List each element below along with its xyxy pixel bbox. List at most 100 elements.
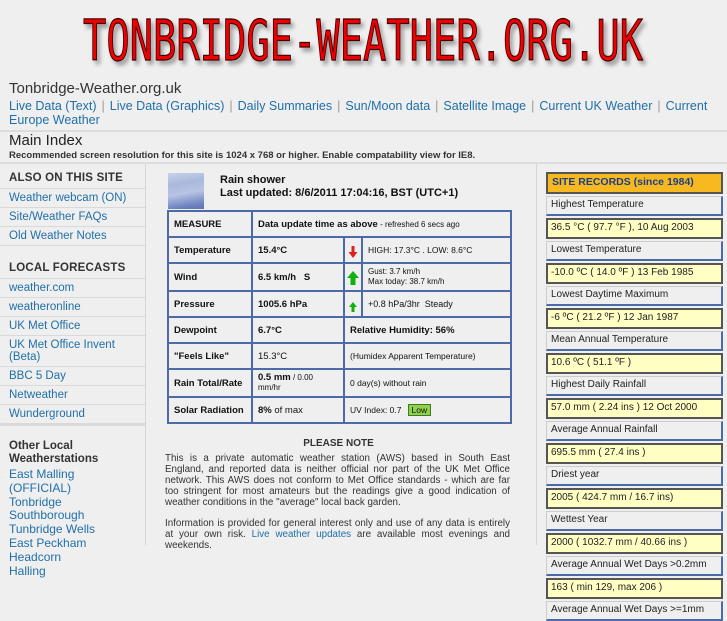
nav-live-data-text[interactable]: Live Data (Text) bbox=[9, 99, 97, 113]
forecast-link-netweather[interactable]: Netweather bbox=[9, 389, 68, 401]
disclaimer-paragraph: This is a private automatic weather stat… bbox=[165, 453, 510, 508]
station-link-southborough[interactable]: Southborough bbox=[9, 508, 84, 522]
nav-sun-moon-data[interactable]: Sun/Moon data bbox=[345, 99, 430, 113]
measure-header: MEASURE bbox=[167, 210, 253, 238]
station-link-east-malling[interactable]: East Malling (OFFICIAL) bbox=[9, 467, 74, 495]
last-updated: Last updated: 8/6/2011 17:04:16, BST (UT… bbox=[220, 187, 459, 199]
weather-summary: Rain shower bbox=[220, 174, 286, 186]
sidebar-link-faqs[interactable]: Site/Weather FAQs bbox=[9, 211, 107, 223]
conditions-header: Rain shower Last updated: 8/6/2011 17:04… bbox=[166, 164, 516, 210]
forecast-link-bbc-5-day[interactable]: BBC 5 Day bbox=[9, 370, 66, 382]
pressure-value: 1005.6 hPa bbox=[251, 290, 345, 318]
nav-separator: | bbox=[101, 99, 105, 113]
wind-label: Wind bbox=[167, 262, 253, 292]
nav-separator: | bbox=[657, 99, 661, 113]
rain-shower-sky-icon bbox=[168, 173, 204, 209]
wind-gust: Gust: 3.7 km/h bbox=[368, 267, 421, 276]
nav-live-data-graphics[interactable]: Live Data (Graphics) bbox=[110, 99, 225, 113]
forecast-link-weatheronline[interactable]: weatheronline bbox=[9, 301, 81, 313]
table-row-feels-like: "Feels Like" 15.3°C (Humidex Apparent Te… bbox=[167, 342, 512, 370]
pressure-trend: +0.8 hPa/3hr Steady bbox=[361, 290, 512, 318]
pressure-label: Pressure bbox=[167, 290, 253, 318]
solar-label: Solar Radiation bbox=[167, 396, 253, 424]
wind-value: 6.5 km/h S bbox=[251, 262, 345, 292]
record-value: 695.5 mm ( 27.4 ins ) bbox=[546, 443, 723, 464]
also-on-site-section: ALSO ON THIS SITE Weather webcam (ON) Si… bbox=[0, 164, 145, 246]
table-row-pressure: Pressure 1005.6 hPa +0.8 hPa/3hr Steady bbox=[167, 290, 512, 318]
record-label: Lowest Daytime Maximum bbox=[546, 286, 723, 306]
local-forecasts-heading: LOCAL FORECASTS bbox=[0, 254, 145, 279]
current-conditions-panel: Rain shower Last updated: 8/6/2011 17:04… bbox=[166, 164, 516, 424]
rain-rate: / 0.00 bbox=[290, 373, 313, 382]
record-label: Highest Daily Rainfall bbox=[546, 376, 723, 396]
banner-text: TONBRIDGE-WEATHER.ORG.UK bbox=[83, 9, 643, 74]
station-link-east-peckham[interactable]: East Peckham bbox=[9, 536, 86, 550]
site-records-title: SITE RECORDS (since 1984) bbox=[546, 172, 723, 194]
top-navigation: Live Data (Text) | Live Data (Graphics) | Da… bbox=[9, 99, 724, 127]
resolution-note: Recommended screen resolution for this s… bbox=[9, 150, 476, 161]
record-value: 36.5 °C ( 97.7 °F ), 10 Aug 2003 bbox=[546, 218, 723, 239]
forecast-link-uk-met-office[interactable]: UK Met Office bbox=[9, 320, 80, 332]
trend-up-arrow-icon bbox=[347, 271, 359, 285]
solar-suffix: of max bbox=[271, 404, 303, 416]
station-link-halling[interactable]: Halling bbox=[9, 564, 46, 578]
page-title: Main Index bbox=[9, 132, 83, 149]
record-label: Average Annual Wet Days >=1mm bbox=[546, 601, 723, 621]
record-value: 2000 ( 1032.7 mm / 40.66 ins ) bbox=[546, 533, 723, 554]
sidebar-link-old-notes[interactable]: Old Weather Notes bbox=[9, 230, 107, 242]
table-header-row: MEASURE Data update time as above - refr… bbox=[167, 210, 512, 238]
forecast-link-weather-com[interactable]: weather.com bbox=[9, 282, 74, 294]
trend-up-arrow-icon bbox=[349, 301, 357, 312]
station-link-tunbridge-wells[interactable]: Tunbridge Wells bbox=[9, 522, 95, 536]
sidebar-link-webcam[interactable]: Weather webcam (ON) bbox=[9, 192, 126, 204]
header-divider bbox=[0, 130, 727, 132]
temperature-high-low: HIGH: 17.3°C . LOW: 8.6°C bbox=[361, 236, 512, 264]
rain-total: 0.5 mm bbox=[258, 372, 291, 383]
forecast-link-wunderground[interactable]: Wunderground bbox=[9, 408, 85, 420]
feels-like-value: 15.3°C bbox=[251, 342, 345, 370]
weather-data-table: MEASURE Data update time as above - refr… bbox=[167, 210, 512, 424]
solar-percent: 8% bbox=[258, 404, 272, 416]
rain-rate-unit: mm/hr bbox=[258, 383, 281, 392]
record-value: -10.0 ºC ( 14.0 ºF ) 13 Feb 1985 bbox=[546, 263, 723, 284]
also-on-site-heading: ALSO ON THIS SITE bbox=[0, 164, 145, 189]
table-row-solar: Solar Radiation 8% of max UV Index: 0.7 L… bbox=[167, 396, 512, 424]
temperature-value: 15.4°C bbox=[251, 236, 345, 264]
record-value: 10.6 ºC ( 51.1 ºF ) bbox=[546, 353, 723, 374]
station-link-headcorn[interactable]: Headcorn bbox=[9, 550, 61, 564]
right-sidebar: SITE RECORDS (since 1984) Highest Temper… bbox=[536, 164, 727, 621]
nav-current-uk-weather[interactable]: Current UK Weather bbox=[539, 99, 652, 113]
dewpoint-label: Dewpoint bbox=[167, 316, 253, 344]
nav-daily-summaries[interactable]: Daily Summaries bbox=[238, 99, 332, 113]
uv-index: UV Index: 0.7 bbox=[350, 405, 402, 415]
feels-like-label: "Feels Like" bbox=[167, 342, 253, 370]
nav-separator: | bbox=[435, 99, 439, 113]
relative-humidity: Relative Humidity: 56% bbox=[343, 316, 512, 344]
nav-satellite-image[interactable]: Satellite Image bbox=[443, 99, 526, 113]
record-label: Highest Temperature bbox=[546, 196, 723, 216]
humidex-note: (Humidex Apparent Temperature) bbox=[343, 342, 512, 370]
record-label: Average Annual Wet Days >0.2mm bbox=[546, 556, 723, 576]
nav-separator: | bbox=[337, 99, 341, 113]
station-link-tonbridge[interactable]: Tonbridge bbox=[9, 495, 62, 509]
site-records-panel: SITE RECORDS (since 1984) Highest Temper… bbox=[546, 172, 723, 621]
please-note-heading: PLEASE NOTE bbox=[303, 438, 374, 449]
dewpoint-value: 6.7°C bbox=[251, 316, 345, 344]
record-value: -6 ºC ( 21.2 ºF ) 12 Jan 1987 bbox=[546, 308, 723, 329]
record-value: 2005 ( 424.7 mm / 16.7 ins) bbox=[546, 488, 723, 509]
forecast-link-met-office-invent[interactable]: UK Met Office Invent (Beta) bbox=[9, 339, 115, 363]
uv-level-badge: Low bbox=[407, 404, 432, 416]
wind-max-today: Max today: 38.7 km/h bbox=[368, 277, 445, 286]
local-forecasts-section: LOCAL FORECASTS weather.com weatheronlin… bbox=[0, 254, 145, 426]
record-label: Wettest Year bbox=[546, 511, 723, 531]
record-label: Lowest Temperature bbox=[546, 241, 723, 261]
rain-label: Rain Total/Rate bbox=[167, 368, 253, 398]
record-label: Mean Annual Temperature bbox=[546, 331, 723, 351]
trend-down-arrow-icon bbox=[348, 245, 358, 258]
refreshed-note: - refreshed 6 secs ago bbox=[377, 219, 460, 229]
live-weather-updates-link[interactable]: Live weather updates bbox=[252, 529, 351, 540]
table-row-dewpoint: Dewpoint 6.7°C Relative Humidity: 56% bbox=[167, 316, 512, 344]
other-stations-list: East Malling (OFFICIAL) Tonbridge Southb… bbox=[0, 467, 145, 578]
temperature-label: Temperature bbox=[167, 236, 253, 264]
record-label: Driest year bbox=[546, 466, 723, 486]
